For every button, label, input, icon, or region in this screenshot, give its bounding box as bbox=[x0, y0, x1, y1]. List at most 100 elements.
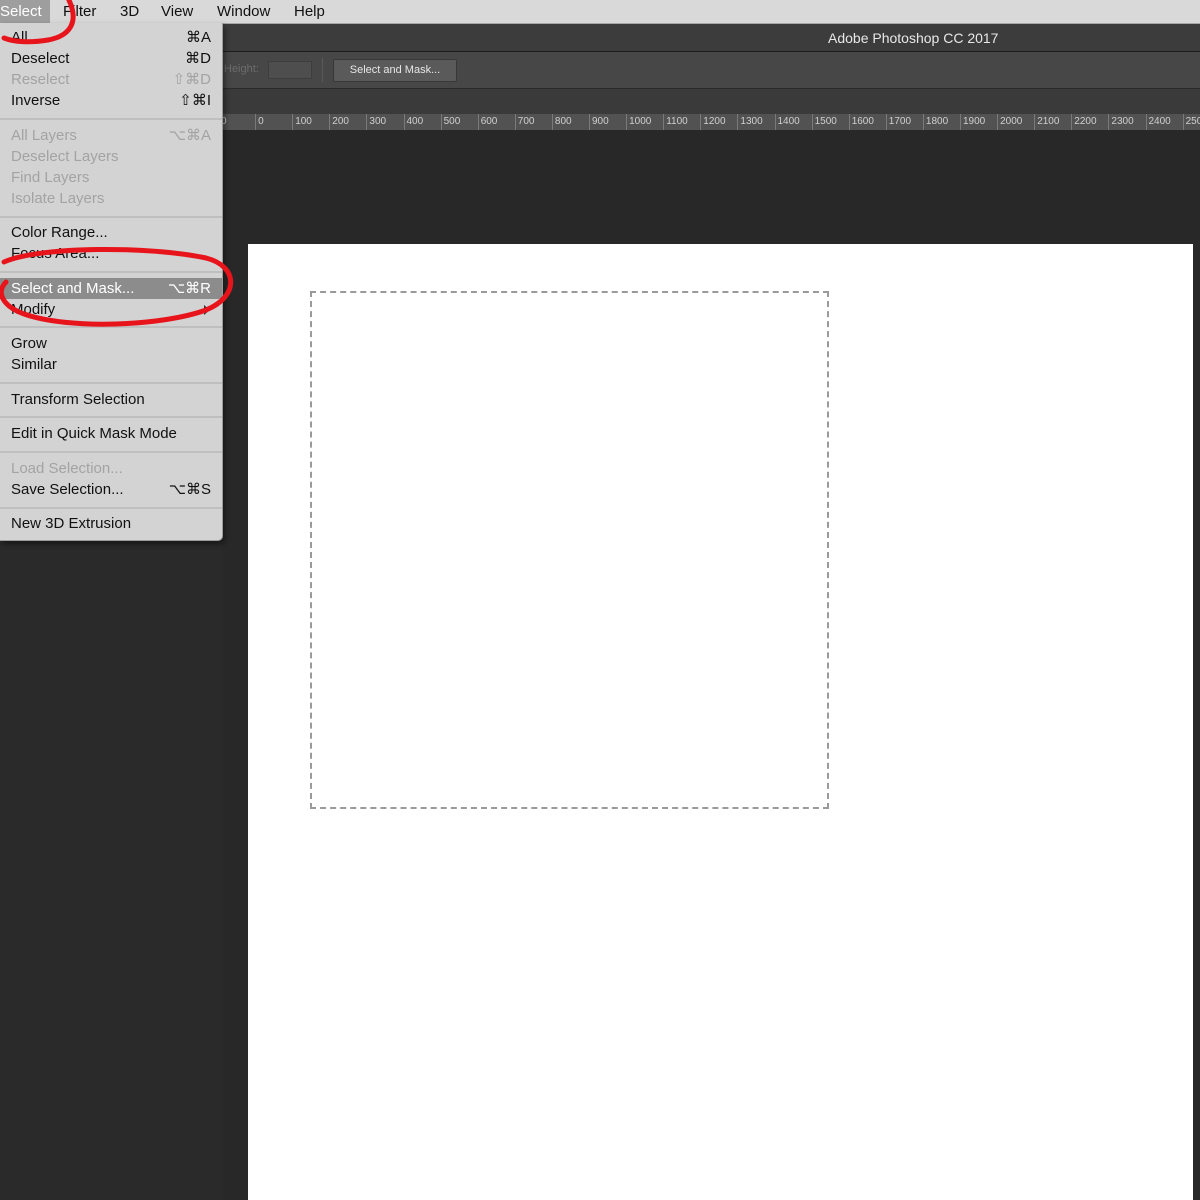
menu-help[interactable]: Help bbox=[294, 2, 325, 21]
menu-item-label: Focus Area... bbox=[11, 245, 100, 262]
menu-divider bbox=[0, 216, 222, 218]
ruler-label: 2500 bbox=[1185, 116, 1200, 127]
menu-item-all-layers[interactable]: All Layers ⌥⌘A bbox=[0, 125, 222, 146]
ruler-tick bbox=[960, 114, 961, 130]
menu-item-label: All Layers bbox=[11, 127, 77, 144]
menu-item-shortcut: ⌥⌘S bbox=[168, 481, 211, 498]
menu-item-isolate-layers[interactable]: Isolate Layers bbox=[0, 188, 222, 209]
height-field[interactable] bbox=[268, 61, 312, 79]
ruler-label: 1000 bbox=[629, 116, 652, 127]
horizontal-ruler[interactable]: 0 0 100 200 300 400 500 600 700 800 900 1000 1100 120… bbox=[222, 114, 1200, 130]
ruler-label: 1100 bbox=[666, 116, 688, 127]
ruler-tick bbox=[440, 114, 442, 130]
menu-item-label: Inverse bbox=[11, 92, 61, 109]
ruler-tick bbox=[477, 114, 479, 130]
menu-item-shortcut: ⌘A bbox=[185, 29, 211, 46]
menu-item-shortcut: ⇧⌘D bbox=[172, 71, 211, 88]
ruler-tick bbox=[1108, 114, 1110, 130]
height-label: Height: bbox=[224, 63, 259, 75]
ruler-tick bbox=[848, 114, 850, 130]
menu-item-focus-area[interactable]: Focus Area... bbox=[0, 243, 222, 264]
menu-3d[interactable]: 3D bbox=[120, 2, 139, 21]
menu-item-grow[interactable]: Grow bbox=[0, 333, 222, 354]
ruler-tick bbox=[737, 114, 739, 130]
ruler-label: 700 bbox=[517, 116, 535, 127]
ruler-label: 1500 bbox=[814, 116, 837, 127]
ruler-label: 200 bbox=[332, 116, 349, 127]
menu-item-shortcut: ⌥⌘A bbox=[168, 127, 211, 144]
menu-item-label: Color Range... bbox=[11, 224, 108, 241]
ruler-tick bbox=[1145, 114, 1147, 130]
menu-divider bbox=[0, 326, 222, 328]
menu-item-new-3d-extrusion[interactable]: New 3D Extrusion bbox=[0, 513, 222, 534]
ruler-tick bbox=[255, 114, 257, 130]
tab-strip bbox=[222, 89, 1200, 114]
menu-item-quick-mask[interactable]: Edit in Quick Mask Mode bbox=[0, 423, 222, 444]
menu-view[interactable]: View bbox=[161, 2, 193, 21]
ruler-tick bbox=[589, 114, 590, 130]
ruler-label: 800 bbox=[554, 116, 572, 127]
menu-item-label: All bbox=[11, 29, 28, 46]
menu-item-label: Select and Mask... bbox=[11, 280, 135, 297]
ruler-label: 100 bbox=[295, 116, 312, 127]
menu-item-shortcut: ⇧⌘I bbox=[179, 92, 211, 109]
app-title-bar: Adobe Photoshop CC 2017 bbox=[222, 24, 1200, 52]
menu-item-label: Edit in Quick Mask Mode bbox=[11, 425, 177, 442]
ruler-label: 1600 bbox=[851, 116, 874, 127]
menu-item-similar[interactable]: Similar bbox=[0, 354, 222, 375]
ruler-label: 900 bbox=[592, 116, 609, 127]
mac-menu-bar: Select Filter 3D View Window Help bbox=[0, 0, 1200, 24]
menu-item-label: Isolate Layers bbox=[11, 190, 105, 207]
ruler-label: 1700 bbox=[888, 116, 912, 127]
ruler-tick bbox=[922, 114, 924, 130]
menu-item-save-selection[interactable]: Save Selection... ⌥⌘S bbox=[0, 479, 222, 500]
menu-item-inverse[interactable]: Inverse ⇧⌘I bbox=[0, 90, 222, 111]
select-and-mask-button[interactable]: Select and Mask... bbox=[333, 59, 457, 82]
ruler-tick bbox=[1071, 114, 1073, 130]
menu-divider bbox=[0, 271, 222, 273]
menu-item-find-layers[interactable]: Find Layers bbox=[0, 167, 222, 188]
ruler-label: 400 bbox=[406, 116, 424, 127]
menu-item-label: Load Selection... bbox=[11, 460, 123, 477]
menu-item-transform-selection[interactable]: Transform Selection bbox=[0, 389, 222, 410]
menu-item-reselect[interactable]: Reselect ⇧⌘D bbox=[0, 69, 222, 90]
menu-item-modify[interactable]: Modify bbox=[0, 299, 222, 320]
menu-filter[interactable]: Filter bbox=[63, 2, 96, 21]
ruler-label: 600 bbox=[480, 116, 498, 127]
ruler-label: 1800 bbox=[925, 116, 949, 127]
menu-divider bbox=[0, 382, 222, 384]
menu-item-select-and-mask[interactable]: Select and Mask... ⌥⌘R bbox=[0, 278, 222, 299]
ruler-label: 2000 bbox=[1000, 116, 1023, 127]
ruler-tick bbox=[514, 114, 516, 130]
menu-divider bbox=[0, 416, 222, 418]
ruler-tick bbox=[1182, 114, 1184, 130]
menu-item-deselect-layers[interactable]: Deselect Layers bbox=[0, 146, 222, 167]
menu-item-label: Similar bbox=[11, 356, 57, 373]
menu-item-color-range[interactable]: Color Range... bbox=[0, 222, 222, 243]
menu-item-label: Find Layers bbox=[11, 169, 90, 186]
menu-window[interactable]: Window bbox=[217, 2, 270, 21]
ruler-tick bbox=[551, 114, 553, 130]
ruler-label: 2300 bbox=[1111, 116, 1134, 127]
menu-item-label: Modify bbox=[11, 301, 56, 318]
ruler-tick bbox=[811, 114, 813, 130]
ruler-tick bbox=[663, 114, 665, 130]
menu-divider bbox=[0, 451, 222, 453]
menu-item-shortcut: ⌥⌘R bbox=[167, 280, 211, 297]
submenu-arrow-icon bbox=[204, 305, 210, 315]
menu-divider bbox=[0, 118, 222, 120]
ruler-tick bbox=[1034, 114, 1036, 130]
ruler-label: 2200 bbox=[1074, 116, 1097, 127]
ruler-tick bbox=[774, 114, 776, 130]
menu-item-label: Grow bbox=[11, 335, 47, 352]
ruler-tick bbox=[885, 114, 887, 130]
options-divider bbox=[322, 58, 323, 82]
menu-select[interactable]: Select bbox=[0, 0, 50, 23]
menu-item-all[interactable]: All ⌘A bbox=[0, 27, 222, 48]
menu-item-deselect[interactable]: Deselect ⌘D bbox=[0, 48, 222, 69]
menu-item-load-selection[interactable]: Load Selection... bbox=[0, 458, 222, 479]
selection-marquee[interactable] bbox=[310, 291, 829, 809]
menu-item-label: New 3D Extrusion bbox=[11, 515, 132, 532]
ruler-tick bbox=[626, 114, 628, 130]
menu-item-label: Deselect bbox=[11, 50, 70, 67]
